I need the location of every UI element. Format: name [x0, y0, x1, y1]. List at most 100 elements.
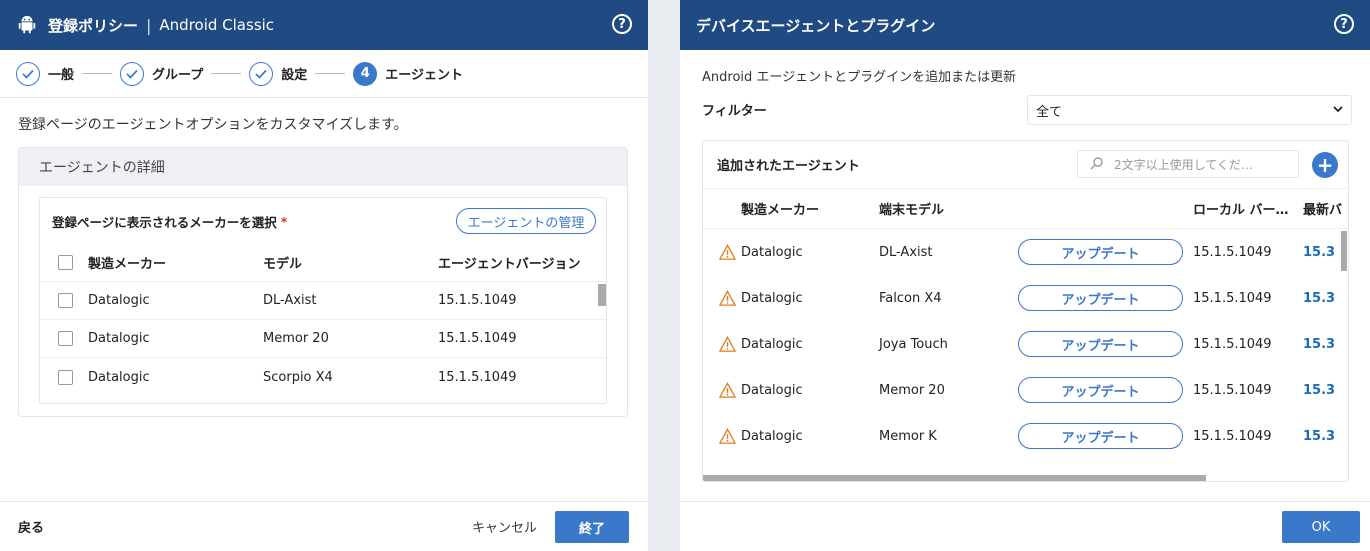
vertical-scrollbar[interactable] — [1341, 231, 1347, 271]
row-checkbox[interactable] — [58, 293, 73, 308]
column-header: 製造メーカー — [88, 257, 167, 272]
filter-value: 全て — [1036, 104, 1063, 120]
step-divider — [211, 73, 242, 74]
update-button[interactable]: アップデート — [1018, 331, 1183, 357]
table-row[interactable]: Datalogic Memor 20 15.1.5.1049 — [40, 320, 606, 358]
cancel-button[interactable]: キャンセル — [472, 517, 537, 536]
table-row: Datalogic DL-Axist アップデート 15.1.5.1049 15… — [703, 229, 1348, 275]
column-header: 端末モデル — [879, 203, 945, 218]
agents-table-header: 製造メーカー 端末モデル ローカル バー… 最新バ — [703, 189, 1348, 229]
check-icon — [120, 61, 145, 86]
table-row: Datalogic Falcon X4 アップデート 15.1.5.1049 1… — [703, 275, 1348, 321]
page-subtitle: Android Classic — [159, 16, 275, 34]
cell-maker: Datalogic — [741, 244, 803, 260]
row-checkbox[interactable] — [58, 331, 73, 346]
page-description: 登録ページのエージェントオプションをカスタマイズします。 — [18, 117, 408, 133]
finish-button[interactable]: 終了 — [555, 511, 629, 543]
table-header: 製造メーカー モデル エージェントバージョン — [40, 244, 606, 282]
cell-local-version: 15.1.5.1049 — [1193, 382, 1272, 398]
cell-latest-version[interactable]: 15.3 — [1303, 291, 1335, 306]
check-icon — [16, 61, 40, 86]
right-title-bar: デバイスエージェントとプラグイン ? — [680, 0, 1370, 50]
step-divider — [315, 73, 346, 74]
update-button[interactable]: アップデート — [1018, 239, 1183, 265]
android-icon — [18, 15, 36, 34]
cell-model: DL-Axist — [879, 244, 933, 260]
title-separator: | — [146, 15, 152, 35]
step-label: 設定 — [281, 68, 308, 83]
search-input[interactable]: 2文字以上使用してくだ… — [1077, 150, 1299, 178]
cell-maker: Datalogic — [88, 369, 150, 385]
table-row[interactable]: Datalogic DL-Axist 15.1.5.1049 — [40, 282, 606, 320]
column-header: エージェントバージョン — [438, 257, 581, 272]
added-agents-card: 追加されたエージェント 2文字以上使用してくだ… + 製造メーカー 端末モデル … — [702, 140, 1349, 482]
step-label: グループ — [152, 68, 204, 83]
agent-details-card: エージェントの詳細 登録ページに表示されるメーカーを選択 * エージェントの管理… — [18, 147, 628, 417]
step-divider — [82, 73, 113, 74]
vertical-scrollbar[interactable] — [598, 284, 606, 306]
cell-latest-version[interactable]: 15.3 — [1303, 245, 1335, 260]
ok-button[interactable]: OK — [1282, 511, 1360, 543]
cell-maker: Datalogic — [741, 336, 803, 352]
check-icon — [249, 61, 274, 86]
cell-latest-version[interactable]: 15.3 — [1303, 429, 1335, 444]
cell-model: Falcon X4 — [879, 290, 942, 306]
manage-agents-button[interactable]: エージェントの管理 — [456, 208, 596, 234]
step-label: エージェント — [385, 68, 464, 83]
cell-model: Memor K — [879, 428, 937, 444]
add-agent-button[interactable]: + — [1312, 152, 1338, 178]
cell-model: Scorpio X4 — [263, 369, 333, 385]
cell-maker: Datalogic — [741, 290, 803, 306]
enrollment-policy-panel: 登録ポリシー | Android Classic ? 一般 グループ 設定 4 … — [0, 0, 648, 551]
warning-icon — [719, 427, 736, 444]
cell-version: 15.1.5.1049 — [438, 331, 517, 346]
column-header: ローカル バー… — [1193, 203, 1289, 218]
cell-maker: Datalogic — [88, 331, 150, 346]
right-footer: OK — [680, 501, 1370, 551]
step-settings[interactable]: 設定 — [249, 61, 308, 86]
cell-maker: Datalogic — [741, 428, 803, 444]
select-all-checkbox[interactable] — [58, 255, 73, 270]
cell-model: Memor 20 — [879, 382, 945, 398]
warning-icon — [719, 243, 736, 260]
column-header: 製造メーカー — [741, 203, 820, 218]
help-icon[interactable]: ? — [612, 14, 632, 34]
table-row: Datalogic Memor K アップデート 15.1.5.1049 15.… — [703, 413, 1348, 459]
cell-maker: Datalogic — [88, 293, 150, 308]
maker-selection-box: 登録ページに表示されるメーカーを選択 * エージェントの管理 製造メーカー モデ… — [39, 197, 607, 404]
cell-maker: Datalogic — [741, 382, 803, 398]
column-header: 最新バ — [1303, 203, 1343, 218]
horizontal-scrollbar[interactable] — [703, 475, 1206, 481]
cell-local-version: 15.1.5.1049 — [1193, 428, 1272, 444]
column-header: モデル — [263, 257, 303, 272]
search-icon — [1090, 157, 1103, 170]
table-row: Datalogic Memor 20 アップデート 15.1.5.1049 15… — [703, 367, 1348, 413]
cell-model: Memor 20 — [263, 331, 329, 346]
update-button[interactable]: アップデート — [1018, 423, 1183, 449]
help-icon[interactable]: ? — [1334, 14, 1354, 34]
left-title-bar: 登録ポリシー | Android Classic ? — [0, 0, 648, 50]
filter-dropdown[interactable]: 全て — [1027, 95, 1352, 125]
step-number: 4 — [353, 61, 378, 86]
step-agent[interactable]: 4 エージェント — [353, 61, 464, 86]
filter-label: フィルター — [702, 104, 767, 119]
warning-icon — [719, 335, 736, 352]
dialog-description: Android エージェントとプラグインを追加または更新 — [702, 70, 1017, 85]
cell-latest-version[interactable]: 15.3 — [1303, 383, 1335, 398]
cell-version: 15.1.5.1049 — [438, 369, 517, 385]
back-button[interactable]: 戻る — [18, 517, 44, 536]
update-button[interactable]: アップデート — [1018, 285, 1183, 311]
page-title: 登録ポリシー — [48, 16, 139, 35]
warning-icon — [719, 289, 736, 306]
step-general[interactable]: 一般 — [16, 61, 75, 86]
device-agents-plugins-panel: デバイスエージェントとプラグイン ? Android エージェントとプラグインを… — [680, 0, 1370, 551]
step-label: 一般 — [48, 68, 75, 83]
row-checkbox[interactable] — [58, 369, 73, 385]
warning-icon — [719, 381, 736, 398]
cell-latest-version[interactable]: 15.3 — [1303, 337, 1335, 352]
required-mark: * — [280, 213, 288, 229]
table-row[interactable]: Datalogic Scorpio X4 15.1.5.1049 — [40, 358, 606, 396]
update-button[interactable]: アップデート — [1018, 377, 1183, 403]
step-group[interactable]: グループ — [120, 61, 204, 86]
cell-local-version: 15.1.5.1049 — [1193, 336, 1272, 352]
